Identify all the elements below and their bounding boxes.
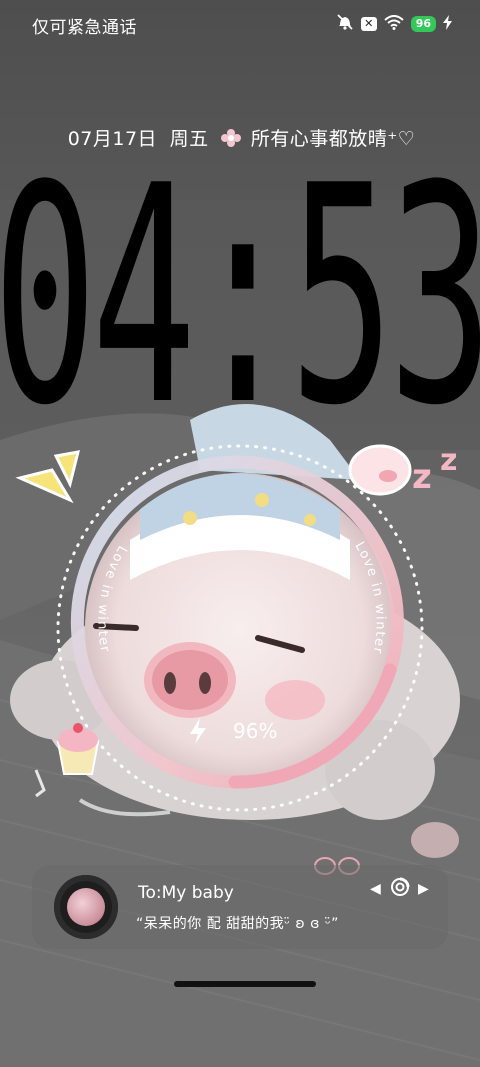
x-badge-icon: ✕ — [360, 17, 377, 31]
music-lyric: “呆呆的你 配 甜甜的我ᵕ̈ ʚ ɞ ᵕ̈” — [136, 916, 339, 932]
music-title: To:My baby — [138, 883, 234, 903]
lockscreen-clock: 04:53 — [0, 150, 480, 420]
status-bar: 仅可紧急通话 ✕ 96 — [0, 0, 480, 50]
date-line: 07月17日 周五 所有心事都放晴⁺♡ — [0, 124, 480, 151]
mute-bell-icon — [336, 14, 354, 34]
motto-label: 所有心事都放晴 — [250, 128, 388, 150]
album-art — [67, 888, 105, 926]
vinyl-icon[interactable] — [390, 877, 410, 901]
wifi-icon — [384, 14, 404, 34]
clock-time: 04:53 — [0, 150, 480, 420]
charging-bolt-icon — [443, 14, 452, 34]
flower-icon — [221, 128, 242, 150]
music-widget[interactable]: To:My baby “呆呆的你 配 甜甜的我ᵕ̈ ʚ ɞ ᵕ̈” ◀ ▶ — [32, 865, 448, 949]
home-indicator[interactable] — [174, 981, 316, 987]
battery-icon: 96 — [410, 16, 436, 32]
svg-text:z: z — [412, 457, 432, 497]
svg-text:z: z — [440, 443, 457, 478]
motto-decor: ⁺♡ — [387, 128, 416, 150]
weekday-label: 周五 — [169, 128, 209, 150]
next-icon[interactable]: ▶ — [418, 881, 429, 897]
carrier-label: 仅可紧急通话 — [32, 18, 137, 38]
album-disc[interactable] — [54, 875, 118, 939]
date-label: 07月17日 — [67, 128, 158, 150]
previous-icon[interactable]: ◀ — [370, 881, 381, 897]
status-icons: ✕ 96 — [336, 14, 452, 34]
